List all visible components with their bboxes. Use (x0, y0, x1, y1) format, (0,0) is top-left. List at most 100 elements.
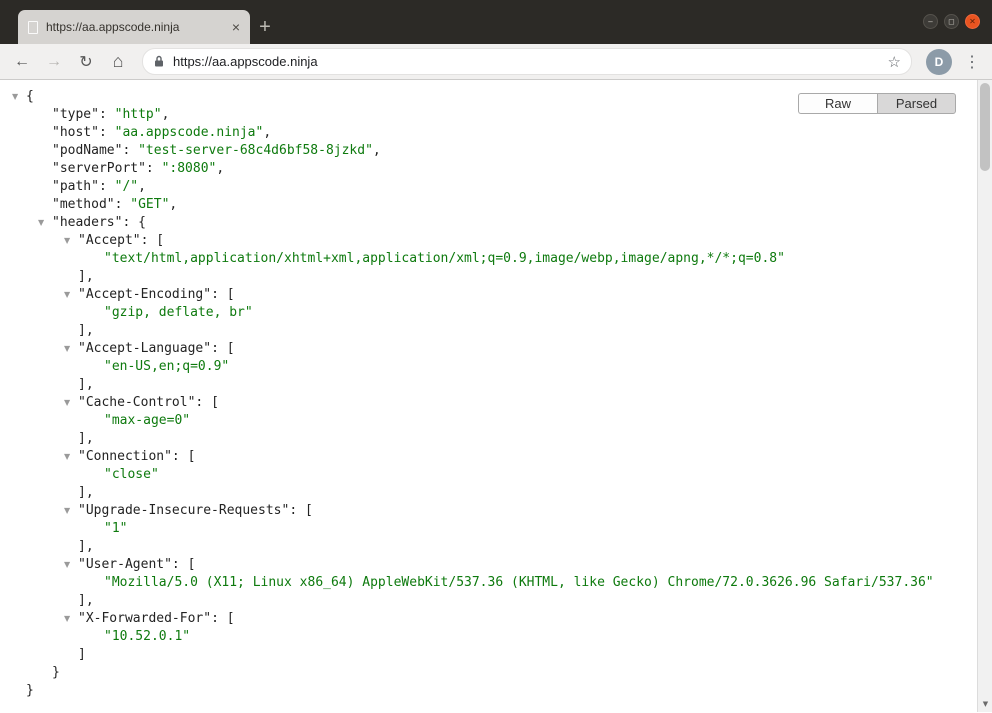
json-string-value: "en-US,en;q=0.9" (104, 359, 230, 374)
json-line: ▼ "X-Forwarded-For": [ (0, 610, 992, 628)
collapse-toggle-icon[interactable]: ▼ (62, 448, 78, 466)
collapse-toggle-icon[interactable]: ▼ (62, 502, 78, 520)
tab-close-icon[interactable]: × (232, 20, 240, 34)
json-punctuation: ], (78, 431, 94, 446)
page-content: ▼{"type": "http", "host": "aa.appscode.ni… (0, 80, 992, 712)
json-line: "host": "aa.appscode.ninja", (0, 124, 992, 142)
json-key: "path" (52, 179, 99, 194)
window-minimize-button[interactable]: – (923, 14, 938, 29)
json-string-value: "Mozilla/5.0 (X11; Linux x86_64) AppleWe… (104, 575, 934, 590)
json-colon: : (98, 125, 115, 140)
json-key: "host" (52, 125, 99, 140)
json-string-value: "close" (104, 467, 159, 482)
bookmark-star-icon[interactable]: ☆ (888, 53, 901, 71)
forward-button[interactable]: → (40, 48, 68, 76)
json-key: "type" (52, 107, 99, 122)
json-punctuation: , (169, 197, 178, 212)
json-key: "serverPort" (52, 161, 146, 176)
json-punctuation: [ (156, 233, 165, 248)
json-colon: : (171, 449, 188, 464)
collapse-toggle-icon[interactable]: ▼ (62, 556, 78, 574)
raw-button[interactable]: Raw (798, 93, 877, 114)
collapse-toggle-icon[interactable]: ▼ (62, 232, 78, 250)
json-key: "User-Agent" (78, 557, 172, 572)
url-text[interactable]: https://aa.appscode.ninja (173, 54, 880, 69)
json-key: "X-Forwarded-For" (78, 611, 212, 626)
json-colon: : (98, 179, 115, 194)
json-colon: : (145, 161, 162, 176)
browser-toolbar: ← → ↻ ⌂ https://aa.appscode.ninja ☆ D ⋮ (0, 44, 992, 80)
json-punctuation: ] (78, 647, 86, 662)
json-string-value: "max-age=0" (104, 413, 191, 428)
view-switch: Raw Parsed (798, 93, 956, 114)
window-close-button[interactable]: ✕ (965, 14, 980, 29)
collapse-toggle-icon[interactable]: ▼ (36, 214, 52, 232)
new-tab-button[interactable]: + (250, 10, 280, 44)
json-line: ], (0, 322, 992, 340)
json-key: "podName" (52, 143, 123, 158)
json-line: "gzip, deflate, br" (0, 304, 992, 322)
home-button[interactable]: ⌂ (104, 48, 132, 76)
profile-avatar[interactable]: D (926, 48, 952, 75)
json-string-value: "text/html,application/xhtml+xml,applica… (104, 251, 785, 266)
json-line: ], (0, 430, 992, 448)
json-colon: : (289, 503, 305, 518)
json-key: "Upgrade-Insecure-Requests" (78, 503, 290, 518)
json-punctuation: , (161, 107, 170, 122)
json-string-value: "GET" (130, 197, 170, 212)
json-line: ], (0, 268, 992, 286)
json-punctuation: ], (78, 539, 94, 554)
json-string-value: "/" (114, 179, 139, 194)
parsed-button[interactable]: Parsed (877, 93, 956, 114)
back-button[interactable]: ← (8, 48, 36, 76)
browser-tab[interactable]: https://aa.appscode.ninja × (18, 10, 250, 44)
collapse-toggle-icon[interactable]: ▼ (10, 88, 26, 106)
json-line: ▼ "Cache-Control": [ (0, 394, 992, 412)
json-tree: ▼{"type": "http", "host": "aa.appscode.ni… (0, 80, 992, 700)
window-titlebar: https://aa.appscode.ninja × + – ◻ ✕ (0, 0, 992, 44)
json-punctuation: [ (187, 449, 196, 464)
scrollbar[interactable]: ▼ (977, 80, 992, 712)
json-key: "Accept" (78, 233, 141, 248)
json-line: "max-age=0" (0, 412, 992, 430)
json-punctuation: { (26, 89, 34, 104)
json-punctuation: } (52, 665, 60, 680)
json-line: "10.52.0.1" (0, 628, 992, 646)
json-line: "text/html,application/xhtml+xml,applica… (0, 250, 992, 268)
json-colon: : (211, 611, 227, 626)
collapse-toggle-icon[interactable]: ▼ (62, 340, 78, 358)
json-line: "serverPort": ":8080", (0, 160, 992, 178)
json-punctuation: ], (78, 593, 94, 608)
json-punctuation: ], (78, 269, 94, 284)
collapse-toggle-icon[interactable]: ▼ (62, 286, 78, 304)
json-punctuation: } (26, 683, 34, 698)
json-colon: : (211, 341, 227, 356)
scrollbar-thumb[interactable] (980, 83, 990, 171)
browser-menu-icon[interactable]: ⋮ (960, 48, 984, 76)
collapse-toggle-icon[interactable]: ▼ (62, 394, 78, 412)
json-line: "close" (0, 466, 992, 484)
json-punctuation: [ (304, 503, 313, 518)
json-colon: : (122, 143, 139, 158)
json-line: ▼ "Upgrade-Insecure-Requests": [ (0, 502, 992, 520)
json-punctuation: [ (211, 395, 219, 410)
json-line: ▼ "Connection": [ (0, 448, 992, 466)
collapse-toggle-icon[interactable]: ▼ (62, 610, 78, 628)
json-punctuation: , (138, 179, 146, 194)
scroll-down-icon[interactable]: ▼ (978, 697, 992, 711)
json-line: } (0, 664, 992, 682)
window-maximize-button[interactable]: ◻ (944, 14, 959, 29)
json-line: ], (0, 376, 992, 394)
json-punctuation: [ (226, 341, 235, 356)
reload-button[interactable]: ↻ (72, 48, 100, 76)
json-key: "Connection" (78, 449, 172, 464)
json-colon: : (122, 215, 139, 230)
secure-lock-icon (153, 55, 165, 68)
json-string-value: "gzip, deflate, br" (104, 305, 253, 320)
json-string-value: "test-server-68c4d6bf58-8jzkd" (138, 143, 373, 158)
json-punctuation: [ (226, 611, 235, 626)
json-line: ▼ "Accept-Language": [ (0, 340, 992, 358)
json-key: "Accept-Encoding" (78, 287, 212, 302)
json-key: "headers" (52, 215, 123, 230)
address-bar[interactable]: https://aa.appscode.ninja ☆ (142, 48, 912, 75)
